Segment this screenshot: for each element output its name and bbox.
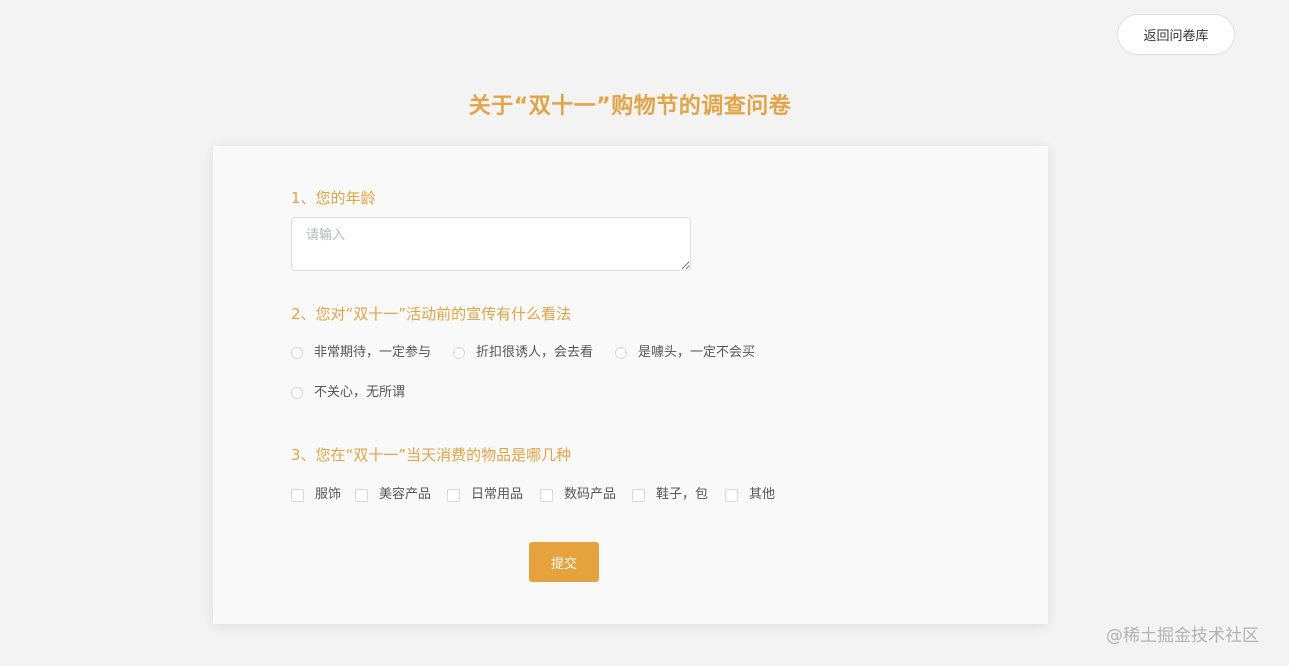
checkbox[interactable] <box>540 488 553 502</box>
checkbox[interactable] <box>355 488 368 502</box>
radio-option-label: 不关心，无所谓 <box>314 385 406 400</box>
submit-button[interactable]: 提交 <box>529 542 599 582</box>
checkbox[interactable] <box>291 488 304 502</box>
checkbox[interactable] <box>725 488 738 502</box>
checkbox[interactable] <box>447 488 460 502</box>
radio-button[interactable] <box>291 387 303 399</box>
radio-button[interactable] <box>453 347 465 359</box>
checkbox-option[interactable]: 数码产品 <box>540 487 616 503</box>
question-3-title: 3、您在“双十一”当天消费的物品是哪几种 <box>291 446 572 464</box>
checkbox-option-label: 其他 <box>749 487 776 502</box>
checkbox-option-label: 数码产品 <box>564 487 617 502</box>
checkbox-option[interactable]: 服饰 <box>291 487 341 503</box>
radio-option-label: 非常期待，一定参与 <box>314 345 432 360</box>
checkbox-option[interactable]: 鞋子，包 <box>632 487 708 503</box>
checkbox-option[interactable]: 日常用品 <box>447 487 523 503</box>
age-input[interactable] <box>291 217 691 271</box>
watermark: @稀土掘金技术社区 <box>1106 626 1259 646</box>
survey-card: 1、您的年龄 2、您对“双十一”活动前的宣传有什么看法 非常期待，一定参与 折扣… <box>213 146 1048 624</box>
checkbox[interactable] <box>632 488 645 502</box>
checkbox-option[interactable]: 其他 <box>725 487 775 503</box>
question-1-title: 1、您的年龄 <box>291 189 376 207</box>
checkbox-option-label: 日常用品 <box>471 487 524 502</box>
radio-option-label: 折扣很诱人，会去看 <box>476 345 594 360</box>
question-2-title: 2、您对“双十一”活动前的宣传有什么看法 <box>291 305 572 323</box>
checkbox-option-label: 服饰 <box>315 487 342 502</box>
checkbox-option-label: 美容产品 <box>379 487 432 502</box>
radio-option-label: 是噱头，一定不会买 <box>638 345 756 360</box>
radio-option[interactable]: 非常期待，一定参与 <box>291 345 431 361</box>
radio-button[interactable] <box>291 347 303 359</box>
radio-option[interactable]: 折扣很诱人，会去看 <box>453 345 593 361</box>
back-to-survey-library-button[interactable]: 返回问卷库 <box>1117 14 1235 55</box>
checkbox-option[interactable]: 美容产品 <box>355 487 431 503</box>
page-title: 关于“双十一”购物节的调查问卷 <box>468 94 792 119</box>
radio-option[interactable]: 不关心，无所谓 <box>291 385 405 401</box>
checkbox-option-label: 鞋子，包 <box>656 487 709 502</box>
radio-button[interactable] <box>615 347 627 359</box>
radio-option[interactable]: 是噱头，一定不会买 <box>615 345 755 361</box>
